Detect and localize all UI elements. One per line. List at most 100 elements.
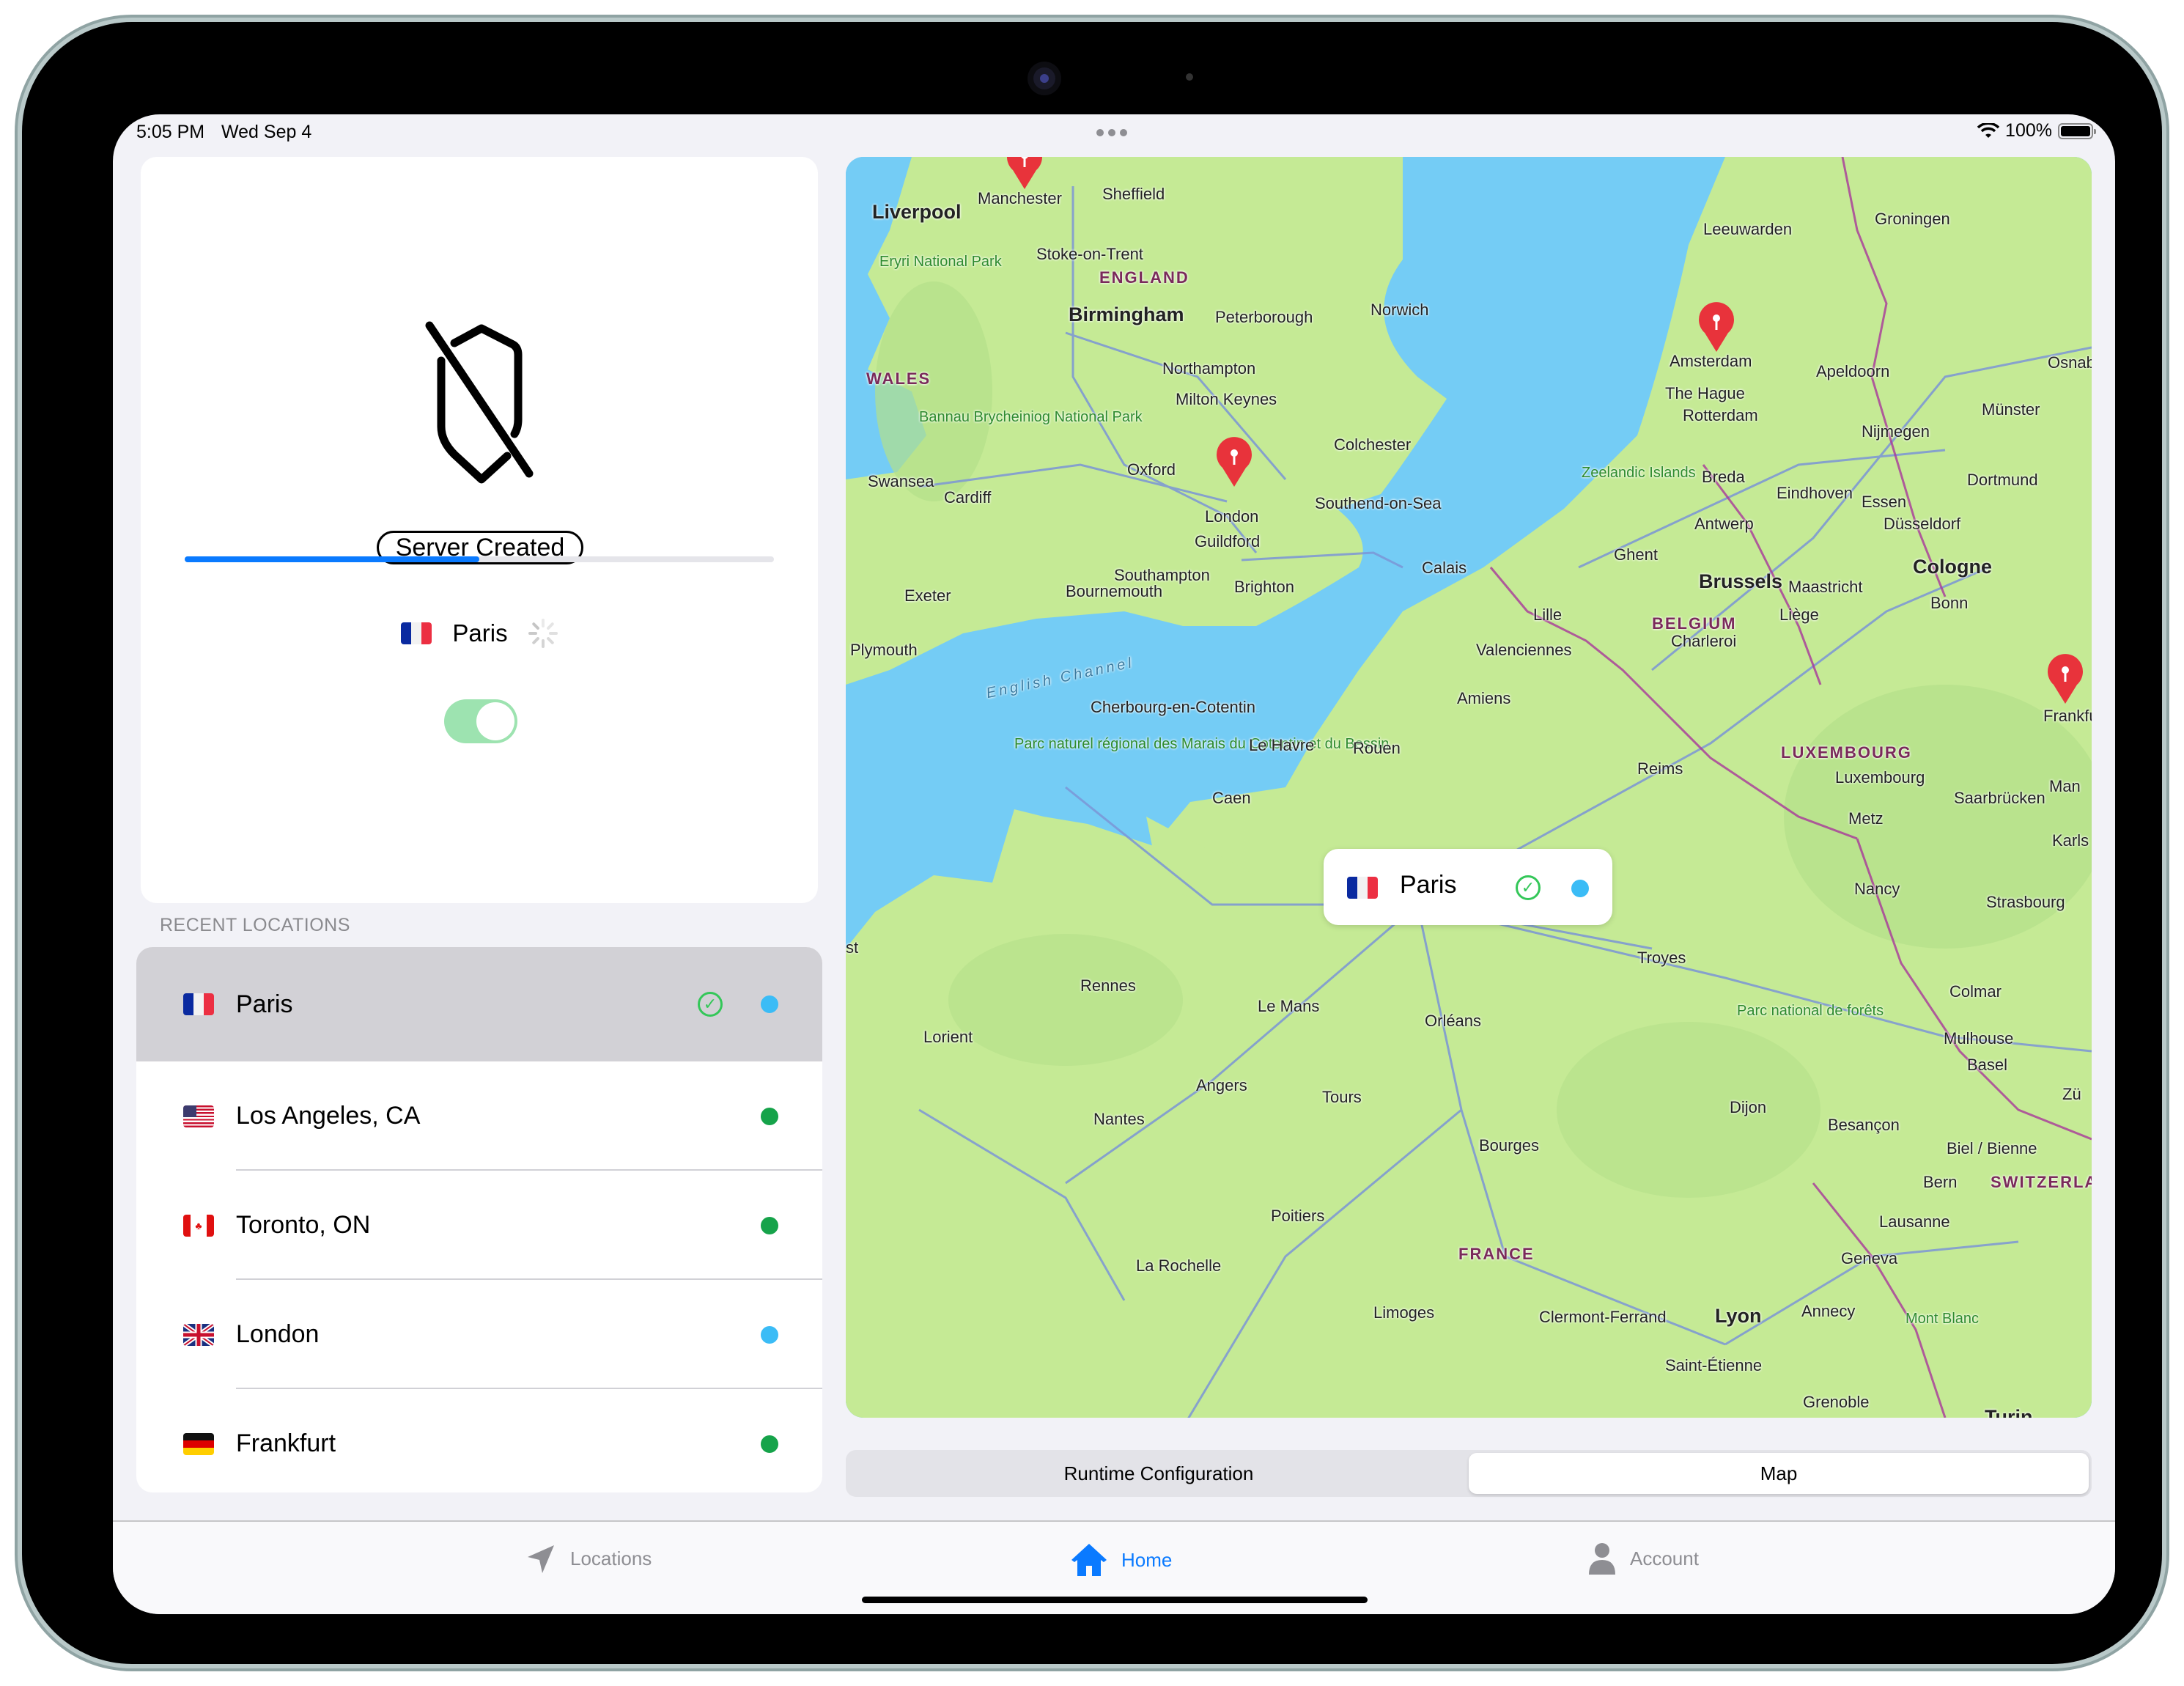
map-label-thehague: The Hague <box>1665 384 1745 402</box>
connected-check-icon: ✓ <box>698 992 723 1017</box>
tab-locations-label: Locations <box>570 1547 652 1569</box>
shield-slash-icon <box>425 321 534 484</box>
map-label-montblanc: Mont Blanc <box>1906 1311 1980 1327</box>
map-label-biel: Biel / Bienne <box>1947 1139 2037 1157</box>
map-label-france: FRANCE <box>1458 1245 1535 1263</box>
map-label-eryri: Eryri National Park <box>879 254 1002 270</box>
status-time: 5:05 PM <box>136 122 205 142</box>
location-name: Frankfurt <box>236 1429 336 1457</box>
recent-locations-header: RECENT LOCATIONS <box>160 915 350 935</box>
map-label-colchester: Colchester <box>1334 435 1412 454</box>
map-location-callout[interactable]: Paris ✓ <box>1324 849 1612 925</box>
location-row[interactable]: Paris ✓ <box>136 947 822 1061</box>
map-label-clermont: Clermont-Ferrand <box>1539 1308 1667 1326</box>
flag-icon <box>183 993 214 1015</box>
map-label-lorient: Lorient <box>923 1028 973 1046</box>
map-label-cherbourg: Cherbourg-en-Cotentin <box>1091 698 1256 716</box>
map-label-luxembourg_region: LUXEMBOURG <box>1781 743 1912 762</box>
current-location-name: Paris <box>452 619 508 647</box>
map-label-lehavre: Le Havre <box>1249 736 1315 754</box>
map-label-munster: Münster <box>1982 400 2040 419</box>
map-label-calais: Calais <box>1422 559 1467 577</box>
tab-locations[interactable]: Locations <box>525 1542 652 1575</box>
toggle-knob <box>476 702 514 740</box>
status-dot <box>761 1107 778 1125</box>
map-label-reims: Reims <box>1637 759 1683 778</box>
status-dot <box>761 995 778 1013</box>
map-label-valenciennes: Valenciennes <box>1476 641 1572 659</box>
map-label-manchester: Manchester <box>978 189 1062 207</box>
status-dot <box>1571 880 1589 897</box>
tab-account[interactable]: Account <box>1587 1542 1699 1575</box>
map-label-basel: Basel <box>1967 1056 2008 1074</box>
flag-icon: ♣ <box>183 1214 214 1237</box>
map-pin[interactable] <box>1006 157 1044 191</box>
map-label-lille: Lille <box>1533 605 1563 624</box>
map-label-larochelle: La Rochelle <box>1136 1256 1222 1275</box>
map-label-exeter: Exeter <box>904 586 951 605</box>
map-label-cardiff: Cardiff <box>944 488 992 507</box>
recent-locations-list: Paris ✓ Los Angeles, CA ♣ Toronto, ON London F… <box>136 947 822 1492</box>
location-row[interactable]: Frankfurt <box>136 1389 822 1492</box>
location-row[interactable]: London <box>136 1280 822 1389</box>
map-label-caen: Caen <box>1212 789 1251 807</box>
map-label-essen: Essen <box>1862 493 1907 511</box>
flag-icon <box>183 1105 214 1127</box>
map-label-bern: Bern <box>1923 1173 1958 1191</box>
map-label-breda: Breda <box>1702 468 1745 486</box>
segment-map[interactable]: Map <box>1469 1453 2089 1494</box>
map-label-limoges: Limoges <box>1373 1303 1435 1322</box>
map-label-luxembourg: Luxembourg <box>1835 768 1925 787</box>
map-label-grenoble: Grenoble <box>1803 1393 1870 1411</box>
map-label-maastricht: Maastricht <box>1788 578 1863 596</box>
map-label-rennes: Rennes <box>1080 976 1136 995</box>
map-label-geneva: Geneva <box>1841 1249 1898 1267</box>
map-label-poitiers: Poitiers <box>1271 1207 1325 1225</box>
map-label-st: st <box>846 938 859 957</box>
map-label-plymouth: Plymouth <box>850 641 918 659</box>
map-pin[interactable] <box>1215 437 1253 488</box>
map-label-lyon: Lyon <box>1715 1305 1762 1327</box>
map-label-birmingham: Birmingham <box>1069 303 1184 325</box>
map-label-milton: Milton Keynes <box>1176 390 1277 408</box>
map-label-strasbourg: Strasbourg <box>1986 893 2065 911</box>
loading-spinner-icon <box>528 619 558 648</box>
map-label-saarbrucken: Saarbrücken <box>1954 789 2045 807</box>
location-name: Los Angeles, CA <box>236 1102 421 1130</box>
connection-progress-bar <box>185 556 774 562</box>
map-label-orleans: Orléans <box>1425 1012 1482 1030</box>
wifi-icon <box>1977 122 2000 138</box>
status-dot <box>761 1325 778 1344</box>
map-label-dusseldorf: Düsseldorf <box>1884 515 1961 533</box>
map-label-london: London <box>1205 507 1259 526</box>
battery-icon <box>2058 122 2096 139</box>
front-camera <box>1033 67 1055 89</box>
segment-runtime-configuration[interactable]: Runtime Configuration <box>849 1453 1469 1494</box>
map-pin[interactable] <box>1697 302 1735 353</box>
battery-percent: 100% <box>2005 120 2052 141</box>
map-label-northampton: Northampton <box>1162 359 1256 378</box>
map-label-mannheim: Man <box>2049 777 2081 795</box>
vpn-toggle[interactable] <box>444 699 517 743</box>
map-label-stoke: Stoke-on-Trent <box>1036 245 1143 263</box>
map-label-antwerp: Antwerp <box>1694 515 1754 533</box>
home-indicator[interactable] <box>862 1597 1368 1603</box>
location-row[interactable]: Los Angeles, CA <box>136 1061 822 1171</box>
map-label-swansea: Swansea <box>868 472 934 490</box>
map-label-besancon: Besançon <box>1828 1116 1900 1134</box>
map-label-liverpool: Liverpool <box>872 201 962 223</box>
multitasking-dots[interactable] <box>1096 129 1127 136</box>
map-label-ghent: Ghent <box>1614 545 1658 564</box>
map-label-apeldoorn: Apeldoorn <box>1816 362 1890 380</box>
map-label-angers: Angers <box>1196 1076 1247 1094</box>
map-pin[interactable] <box>2046 654 2084 705</box>
map-view[interactable]: Liverpool Manchester Sheffield Stoke-on-Tre… <box>846 157 2092 1418</box>
flag-icon <box>183 1432 214 1455</box>
status-date: Wed Sep 4 <box>221 122 312 142</box>
tab-home[interactable]: Home <box>1070 1542 1172 1578</box>
map-label-lemans: Le Mans <box>1258 997 1320 1015</box>
screen: 5:05 PM Wed Sep 4 100% Server Created Pa… <box>113 114 2115 1614</box>
map-label-charleroi: Charleroi <box>1671 632 1737 650</box>
map-label-metz: Metz <box>1848 809 1884 828</box>
location-row[interactable]: ♣ Toronto, ON <box>136 1171 822 1280</box>
